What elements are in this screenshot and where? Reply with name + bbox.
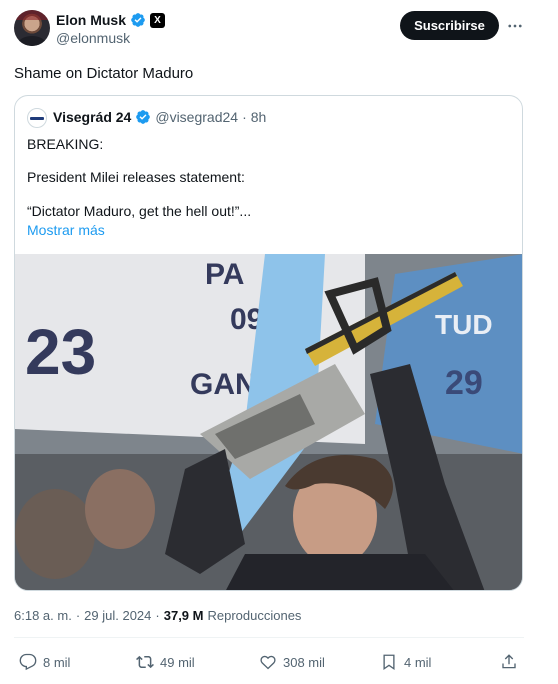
quoted-tweet[interactable]: Visegrád 24 @visegrad24 · 8h BREAKING: P… (14, 95, 523, 591)
quote-avatar[interactable] (27, 108, 47, 128)
bookmark-button[interactable]: 4 mil (380, 648, 431, 676)
show-more-link[interactable]: Mostrar más (27, 222, 105, 238)
svg-text:29: 29 (445, 364, 483, 402)
svg-text:GAN: GAN (190, 368, 257, 401)
tweet-time[interactable]: 6:18 a. m. (14, 608, 72, 623)
svg-text:PA: PA (205, 258, 244, 291)
x-affiliate-badge: X (150, 12, 166, 28)
author-avatar[interactable] (14, 10, 50, 46)
svg-text:TUD: TUD (435, 309, 493, 340)
quote-line-quote: “Dictator Maduro, get the hell out!”... (27, 203, 252, 219)
divider (14, 637, 524, 638)
reply-icon (19, 653, 37, 671)
tweet-date[interactable]: 29 jul. 2024 (84, 608, 151, 623)
reply-count: 8 mil (43, 654, 71, 670)
like-button[interactable]: 308 mil (259, 648, 325, 676)
share-button[interactable] (500, 648, 518, 676)
meta-separator: · (155, 608, 160, 623)
more-icon[interactable] (503, 14, 527, 38)
verified-icon (131, 13, 145, 27)
tweet: Elon Musk X @elonmusk Suscribirse Shame … (0, 0, 558, 684)
quote-time[interactable]: 8h (251, 109, 267, 125)
author-name-row: Elon Musk X (56, 12, 166, 28)
views-label: Reproducciones (207, 608, 302, 623)
reply-button[interactable]: 8 mil (19, 648, 70, 676)
views-count: 37,9 M (163, 608, 204, 623)
author-display-name[interactable]: Elon Musk (56, 12, 126, 28)
meta-separator: · (75, 608, 81, 623)
repost-icon (136, 655, 154, 669)
share-icon (502, 654, 516, 669)
quote-line-statement: President Milei releases statement: (27, 169, 245, 185)
quote-handle[interactable]: @visegrad24 (155, 109, 238, 125)
like-icon (260, 655, 276, 670)
verified-icon (136, 110, 151, 124)
tweet-meta: 6:18 a. m. · 29 jul. 2024 · 37,9 M Repro… (14, 608, 301, 623)
subscribe-button[interactable]: Suscribirse (400, 11, 499, 40)
bookmark-count: 4 mil (404, 654, 432, 670)
tweet-text: Shame on Dictator Maduro (14, 65, 194, 82)
svg-text:23: 23 (25, 316, 96, 388)
like-count: 308 mil (283, 654, 325, 670)
author-handle[interactable]: @elonmusk (56, 30, 130, 46)
quote-photo[interactable]: 23 PA 09 GAN TUD 29 (15, 254, 522, 590)
repost-button[interactable]: 49 mil (136, 648, 195, 676)
quote-separator: · (242, 109, 247, 125)
quote-name-row: Visegrád 24 @visegrad24 · 8h (53, 109, 266, 125)
quote-line-breaking: BREAKING: (27, 136, 104, 152)
action-bar: 8 mil 49 mil 308 mil 4 mil (14, 648, 524, 676)
quote-display-name[interactable]: Visegrád 24 (53, 109, 131, 125)
repost-count: 49 mil (160, 654, 195, 670)
bookmark-icon (383, 654, 395, 671)
